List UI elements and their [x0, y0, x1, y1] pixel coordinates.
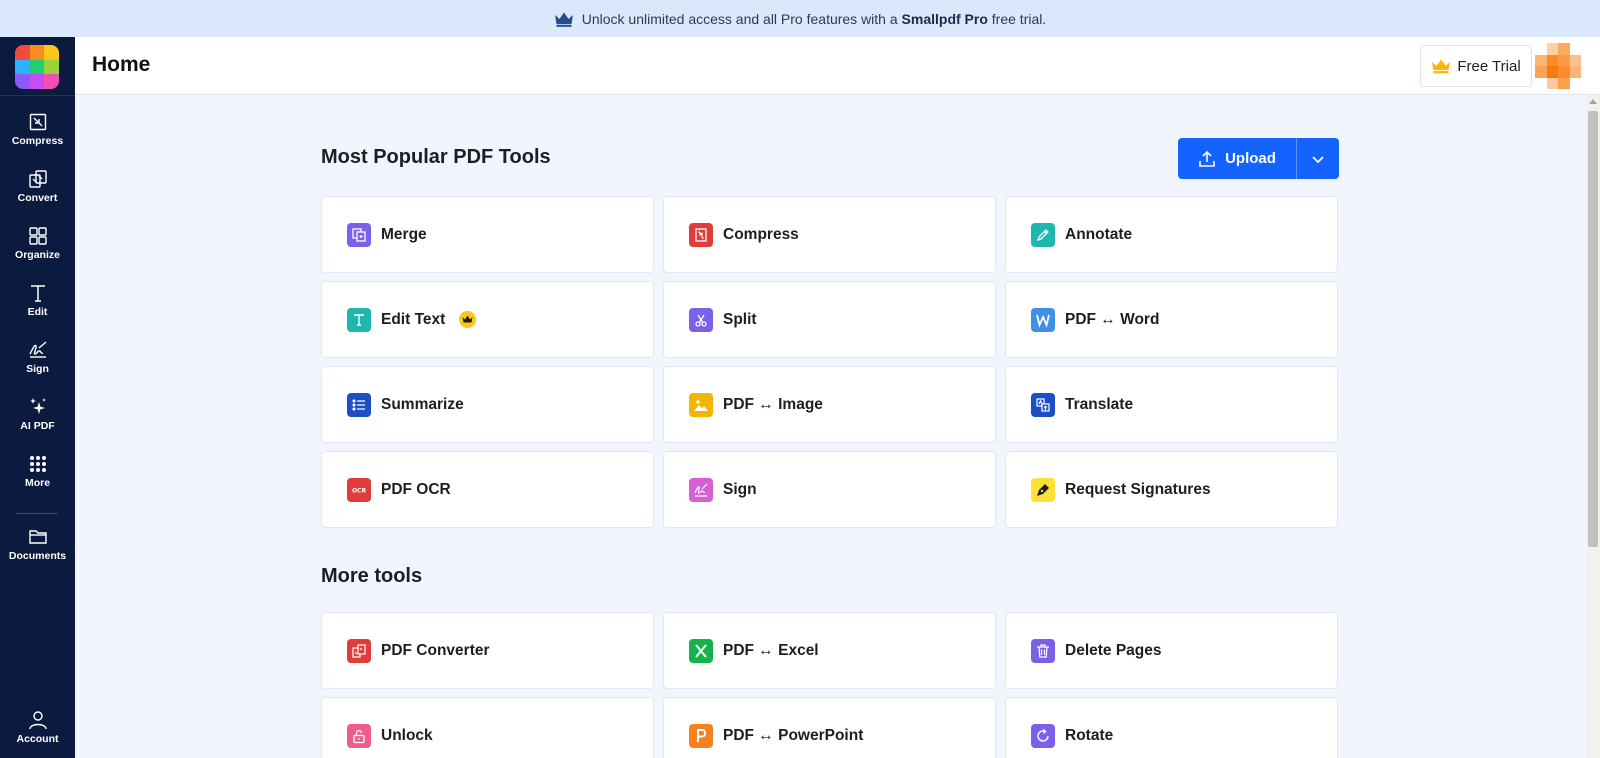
tool-card-delete-pages[interactable]: Delete Pages: [1005, 612, 1338, 689]
crown-icon: [554, 12, 573, 27]
tool-card-annotate[interactable]: Annotate: [1005, 196, 1338, 273]
free-trial-button[interactable]: Free Trial: [1420, 45, 1532, 87]
pro-crown-icon: [459, 311, 477, 328]
tool-card-pdf-word[interactable]: PDF ↔ Word: [1005, 281, 1338, 358]
sidebar-item-ai-pdf[interactable]: AI PDF: [0, 392, 75, 444]
page-scrollbar[interactable]: [1586, 95, 1600, 758]
pen-nib-icon: [1031, 477, 1055, 502]
sidebar-item-convert[interactable]: Convert: [0, 164, 75, 216]
tool-card-split[interactable]: Split: [663, 281, 996, 358]
tool-card-unlock[interactable]: Unlock: [321, 697, 654, 758]
popular-tools-title: Most Popular PDF Tools: [321, 146, 551, 168]
folder-icon: [28, 530, 47, 544]
sidebar-item-compress[interactable]: Compress: [0, 107, 75, 159]
scissors-icon: [689, 307, 713, 332]
sidebar-item-documents[interactable]: Documents: [0, 522, 75, 574]
crown-icon: [1432, 59, 1451, 74]
user-icon: [28, 711, 47, 730]
image-icon: [689, 392, 713, 417]
sidebar-separator: [16, 513, 58, 514]
upload-dropdown-button[interactable]: [1297, 138, 1339, 179]
tool-card-pdf-ocr[interactable]: OCR PDF OCR: [321, 451, 654, 528]
compress-icon: [29, 113, 46, 131]
sidebar-item-organize[interactable]: Organize: [0, 221, 75, 273]
sidebar: Compress Convert Organize Edit Sign AI P…: [0, 37, 75, 758]
powerpoint-icon: [689, 723, 713, 748]
tool-card-request-signatures[interactable]: Request Signatures: [1005, 451, 1338, 528]
upload-icon: [1199, 150, 1215, 167]
tool-card-compress[interactable]: Compress: [663, 196, 996, 273]
svg-text:OCR: OCR: [352, 487, 367, 494]
chevron-down-icon: [1312, 155, 1324, 163]
trash-icon: [1031, 638, 1055, 663]
convert-icon: [347, 638, 371, 663]
tool-card-pdf-excel[interactable]: PDF ↔ Excel: [663, 612, 996, 689]
organize-icon: [28, 227, 47, 245]
word-icon: [1031, 307, 1055, 332]
more-tools-title: More tools: [321, 565, 423, 587]
sparkle-icon: [29, 398, 46, 414]
convert-icon: [28, 170, 47, 188]
scroll-up-arrow[interactable]: [1589, 99, 1597, 104]
tool-card-sign[interactable]: Sign: [663, 451, 996, 528]
tool-card-translate[interactable]: Translate: [1005, 366, 1338, 443]
tool-card-edit-text[interactable]: Edit Text: [321, 281, 654, 358]
top-header: Home Free Trial: [75, 37, 1600, 95]
avatar[interactable]: [1535, 43, 1581, 89]
upload-button[interactable]: Upload: [1178, 138, 1296, 179]
tool-card-merge[interactable]: Merge: [321, 196, 654, 273]
pen-icon: [1031, 222, 1055, 247]
edit-text-icon: [30, 285, 45, 302]
sidebar-item-account[interactable]: Account: [0, 705, 75, 757]
banner-text: Unlock unlimited access and all Pro feat…: [581, 10, 1047, 27]
smallpdf-logo[interactable]: [15, 45, 59, 89]
sidebar-item-more[interactable]: More: [0, 449, 75, 501]
banner-brand: Smallpdf Pro: [901, 10, 988, 27]
tool-card-rotate[interactable]: Rotate: [1005, 697, 1338, 758]
page-title: Home: [92, 53, 151, 76]
excel-icon: [689, 638, 713, 663]
sidebar-item-edit[interactable]: Edit: [0, 278, 75, 330]
sidebar-divider: [0, 95, 75, 96]
text-icon: [347, 307, 371, 332]
tool-card-pdf-powerpoint[interactable]: PDF ↔ PowerPoint: [663, 697, 996, 758]
tool-card-summarize[interactable]: Summarize: [321, 366, 654, 443]
ocr-icon: OCR: [347, 477, 371, 502]
compress-icon: [689, 222, 713, 247]
signature-icon: [28, 341, 46, 358]
sidebar-item-sign[interactable]: Sign: [0, 335, 75, 387]
upload-button-group: Upload: [1178, 138, 1339, 179]
grid-dots-icon: [29, 456, 46, 472]
signature-icon: [689, 477, 713, 502]
unlock-icon: [347, 723, 371, 748]
tool-card-pdf-image[interactable]: PDF ↔ Image: [663, 366, 996, 443]
translate-icon: [1031, 392, 1055, 417]
merge-icon: [347, 222, 371, 247]
promo-banner[interactable]: Unlock unlimited access and all Pro feat…: [0, 0, 1600, 37]
scroll-thumb[interactable]: [1588, 111, 1598, 547]
rotate-icon: [1031, 723, 1055, 748]
list-icon: [347, 392, 371, 417]
tool-card-pdf-converter[interactable]: PDF Converter: [321, 612, 654, 689]
